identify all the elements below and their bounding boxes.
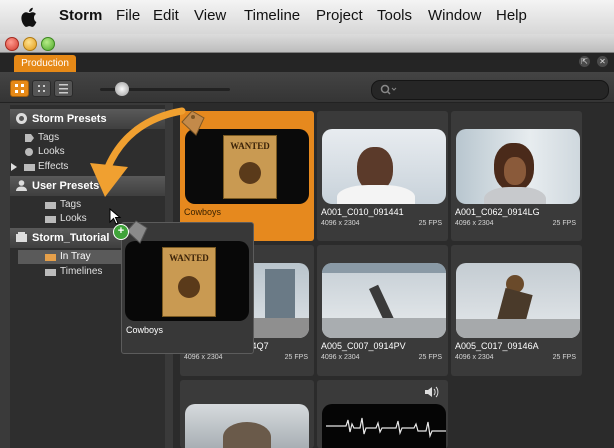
close-window-button[interactable] <box>5 37 19 51</box>
audio-waveform <box>322 404 446 448</box>
sidebar-header-label: Storm Presets <box>32 113 107 125</box>
sidebar-item-label: In Tray <box>60 251 91 262</box>
sidebar-item-user-tags[interactable]: Tags <box>45 198 82 212</box>
menu-timeline[interactable]: Timeline <box>244 7 300 24</box>
thumbnail-view-button[interactable] <box>10 80 29 97</box>
user-icon <box>16 180 27 191</box>
sidebar-item-label: Effects <box>38 161 69 172</box>
clip-name: A005_C007_0914PV <box>321 341 406 351</box>
clip-name: Cowboys <box>184 207 222 217</box>
sidebar-item-presets-looks[interactable]: Looks <box>25 145 65 159</box>
clip-name: A001_C010_091441 <box>321 207 404 217</box>
wanted-poster-text: WANTED <box>230 141 270 151</box>
detach-panel-icon[interactable]: ⇱ <box>579 56 590 67</box>
clip-tile-row3-video[interactable] <box>180 380 314 448</box>
clip-name: A001_C062_0914LG <box>455 207 540 217</box>
mouse-pointer-icon <box>109 208 122 225</box>
clip-resolution: 4096 x 2304 <box>321 354 360 361</box>
menu-project[interactable]: Project <box>316 7 363 24</box>
menu-tools[interactable]: Tools <box>377 7 412 24</box>
small-thumbnail-view-button[interactable] <box>32 80 51 97</box>
clip-thumbnail <box>322 129 446 204</box>
close-panel-icon[interactable]: ✕ <box>597 56 608 67</box>
sidebar-header-user-presets[interactable]: User Presets <box>10 176 165 196</box>
clip-resolution: 4096 x 2304 <box>184 354 223 361</box>
menu-window[interactable]: Window <box>428 7 481 24</box>
speaker-icon <box>425 386 439 398</box>
sidebar-item-label: Tags <box>60 199 82 210</box>
clip-fps: 25 FPS <box>418 354 442 361</box>
clip-name: Cowboys <box>126 325 164 335</box>
sidebar-item-label: Timelines <box>60 266 103 277</box>
sidebar-item-in-tray[interactable]: In Tray <box>45 250 91 264</box>
sidebar-item-user-looks[interactable]: Looks <box>45 212 87 226</box>
clip-resolution: 4096 x 2304 <box>321 220 360 227</box>
clip-tile-row3-audio[interactable] <box>317 380 448 448</box>
grid-small-icon <box>38 85 45 92</box>
wanted-poster-image: WANTED <box>223 135 277 199</box>
list-view-button[interactable] <box>54 80 73 97</box>
menu-app-storm[interactable]: Storm <box>59 7 102 24</box>
sidebar-item-label: Looks <box>38 146 65 157</box>
tag-icon <box>181 110 205 136</box>
wanted-poster-image: WANTED <box>162 247 216 317</box>
sidebar-header-label: User Presets <box>32 180 100 192</box>
sidebar-item-label: Tags <box>38 132 60 143</box>
looks-icon <box>25 148 33 156</box>
clip-fps: 25 FPS <box>418 220 442 227</box>
disclosure-triangle-icon[interactable] <box>10 163 18 171</box>
folder-icon <box>24 164 35 171</box>
minimize-window-button[interactable] <box>23 37 37 51</box>
wanted-poster-text: WANTED <box>169 253 209 263</box>
thumbnail-size-slider-knob[interactable] <box>115 82 129 96</box>
clip-tile-a001-c010[interactable]: A001_C010_091441 4096 x 2304 25 FPS <box>317 111 448 241</box>
tab-production[interactable]: Production <box>14 55 76 72</box>
list-icon <box>59 84 68 94</box>
clip-thumbnail <box>185 404 309 448</box>
clip-thumbnail <box>456 129 580 204</box>
search-icon <box>380 84 397 95</box>
folder-icon <box>45 202 56 209</box>
menu-edit[interactable]: Edit <box>153 7 179 24</box>
clip-tile-a001-c062[interactable]: A001_C062_0914LG 4096 x 2304 25 FPS <box>451 111 582 241</box>
project-icon <box>16 232 27 242</box>
tag-icon <box>25 134 34 142</box>
clip-tile-a005-c017[interactable]: A005_C017_09146A 4096 x 2304 25 FPS <box>451 245 582 376</box>
sidebar-item-timelines[interactable]: Timelines <box>45 265 103 279</box>
tray-icon <box>45 254 56 261</box>
zoom-window-button[interactable] <box>41 37 55 51</box>
clip-thumbnail <box>456 263 580 338</box>
sidebar-item-presets-tags[interactable]: Tags <box>25 131 60 145</box>
clip-resolution: 4096 x 2304 <box>455 354 494 361</box>
clip-name: A005_C017_09146A <box>455 341 539 351</box>
clip-tile-a005-c007[interactable]: A005_C007_0914PV 4096 x 2304 25 FPS <box>317 245 448 376</box>
menu-bar: Storm File Edit View Timeline Project To… <box>0 0 614 35</box>
clip-thumbnail <box>322 263 446 338</box>
browser-toolbar <box>0 72 614 103</box>
clip-fps: 25 FPS <box>552 220 576 227</box>
tab-bar: Production ⇱ ✕ <box>0 53 614 72</box>
menu-view[interactable]: View <box>194 7 226 24</box>
sidebar-header-storm-presets[interactable]: Storm Presets <box>10 109 165 129</box>
clip-thumbnail: WANTED <box>185 129 309 204</box>
menu-help[interactable]: Help <box>496 7 527 24</box>
clip-fps: 25 FPS <box>284 354 308 361</box>
menu-file[interactable]: File <box>116 7 140 24</box>
sidebar-item-label: Looks <box>60 213 87 224</box>
sidebar-item-presets-effects[interactable]: Effects <box>11 160 69 174</box>
storm-logo-icon <box>16 113 27 124</box>
grid-large-icon <box>15 84 24 93</box>
window-titlebar <box>0 34 614 53</box>
folder-icon <box>45 216 56 223</box>
search-field[interactable] <box>371 80 609 100</box>
copy-plus-icon: + <box>113 224 129 240</box>
apple-icon[interactable] <box>20 6 40 28</box>
clip-thumbnail: WANTED <box>125 241 249 321</box>
folder-icon <box>45 269 56 276</box>
sidebar-header-label: Storm_Tutorial <box>32 232 110 244</box>
clip-resolution: 4096 x 2304 <box>455 220 494 227</box>
clip-fps: 25 FPS <box>552 354 576 361</box>
